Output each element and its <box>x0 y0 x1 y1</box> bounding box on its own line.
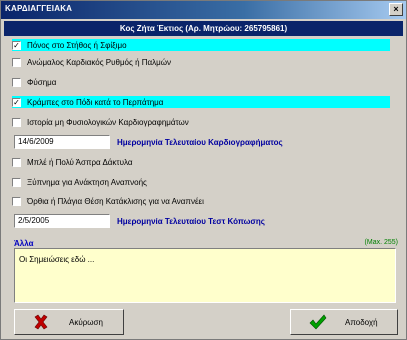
stress-test-date-label: Ημερομηνία Τελευταίου Τεστ Κόπωσης <box>117 217 265 226</box>
checkmark-icon <box>309 314 327 330</box>
checkbox-label: Ξύπνημα για Ανάκτηση Αναπνοής <box>27 177 147 187</box>
checkbox-abnormal-ecg-history[interactable]: Ιστορία μη Φυσιολογικών Καρδιογραφημάτων <box>12 116 189 128</box>
checkbox-label: Ανώμαλος Καρδιακός Ρυθμός ή Παλμών <box>27 57 172 67</box>
checkbox-icon[interactable] <box>12 157 21 167</box>
max-length-hint: (Max. 255) <box>364 239 398 246</box>
checkbox-icon[interactable] <box>12 196 21 206</box>
dialog-body: Κος Ζήτα Έκτιος (Αρ. Μητρώου: 265795861)… <box>4 21 403 336</box>
checkbox-icon[interactable]: ✓ <box>12 97 21 107</box>
checkbox-label: Πόνος στο Στήθος ή Σφίξιμο <box>27 40 127 50</box>
checkbox-label: Κράμπες στο Πόδι κατά το Περπάτημα <box>27 97 164 107</box>
checkbox-icon[interactable] <box>12 57 21 67</box>
checkbox-chest-pain[interactable]: ✓ Πόνος στο Στήθος ή Σφίξιμο <box>12 39 390 51</box>
window-title: ΚΑΡΔΙΑΓΓΕΙΑΚΑ <box>5 4 73 13</box>
title-bar[interactable]: ΚΑΡΔΙΑΓΓΕΙΑΚΑ × <box>1 1 406 19</box>
checkbox-icon[interactable]: ✓ <box>12 40 21 50</box>
checkbox-label: Όρθια ή Πλάγια Θέση Κατάκλισης για να Αν… <box>27 196 204 206</box>
close-button[interactable]: × <box>389 3 403 16</box>
cancel-button[interactable]: Ακύρωση <box>14 309 124 335</box>
checkbox-icon[interactable] <box>12 177 21 187</box>
checkbox-label: Μπλέ ή Πολύ Άσπρα Δάκτυλα <box>27 157 133 167</box>
checkbox-label: Ιστορία μη Φυσιολογικών Καρδιογραφημάτων <box>27 117 189 127</box>
other-label: Άλλα <box>14 239 34 248</box>
checkbox-blue-fingers[interactable]: Μπλέ ή Πολύ Άσπρα Δάκτυλα <box>12 156 132 168</box>
patient-header: Κος Ζήτα Έκτιος (Αρ. Μητρώου: 265795861) <box>4 21 403 36</box>
cancel-x-icon <box>34 314 48 330</box>
checkbox-icon[interactable] <box>12 77 21 87</box>
checkbox-icon[interactable] <box>12 117 21 127</box>
accept-button[interactable]: Αποδοχή <box>290 309 398 335</box>
checkbox-leg-cramps[interactable]: ✓ Κράμπες στο Πόδι κατά το Περπάτημα <box>12 96 390 108</box>
checkbox-murmur[interactable]: Φύσημα <box>12 76 56 88</box>
checkbox-label: Φύσημα <box>27 77 57 87</box>
ecg-date-input[interactable]: 14/6/2009 <box>14 135 110 149</box>
close-icon: × <box>393 4 399 14</box>
checkbox-waking-breath[interactable]: Ξύπνημα για Ανάκτηση Αναπνοής <box>12 176 147 188</box>
accept-label: Αποδοχή <box>345 317 378 327</box>
cancel-label: Ακύρωση <box>69 317 103 327</box>
ecg-date-label: Ημερομηνία Τελευταίου Καρδιογραφήματος <box>117 138 283 147</box>
stress-test-date-input[interactable]: 2/5/2005 <box>14 214 110 228</box>
checkbox-orthopnea[interactable]: Όρθια ή Πλάγια Θέση Κατάκλισης για να Αν… <box>12 195 204 207</box>
notes-textarea[interactable]: Οι Σημειώσεις εδώ ... <box>14 248 396 303</box>
dialog-window: ΚΑΡΔΙΑΓΓΕΙΑΚΑ × Κος Ζήτα Έκτιος (Αρ. Μητ… <box>0 0 407 340</box>
checkbox-arrhythmia[interactable]: Ανώμαλος Καρδιακός Ρυθμός ή Παλμών <box>12 56 171 68</box>
